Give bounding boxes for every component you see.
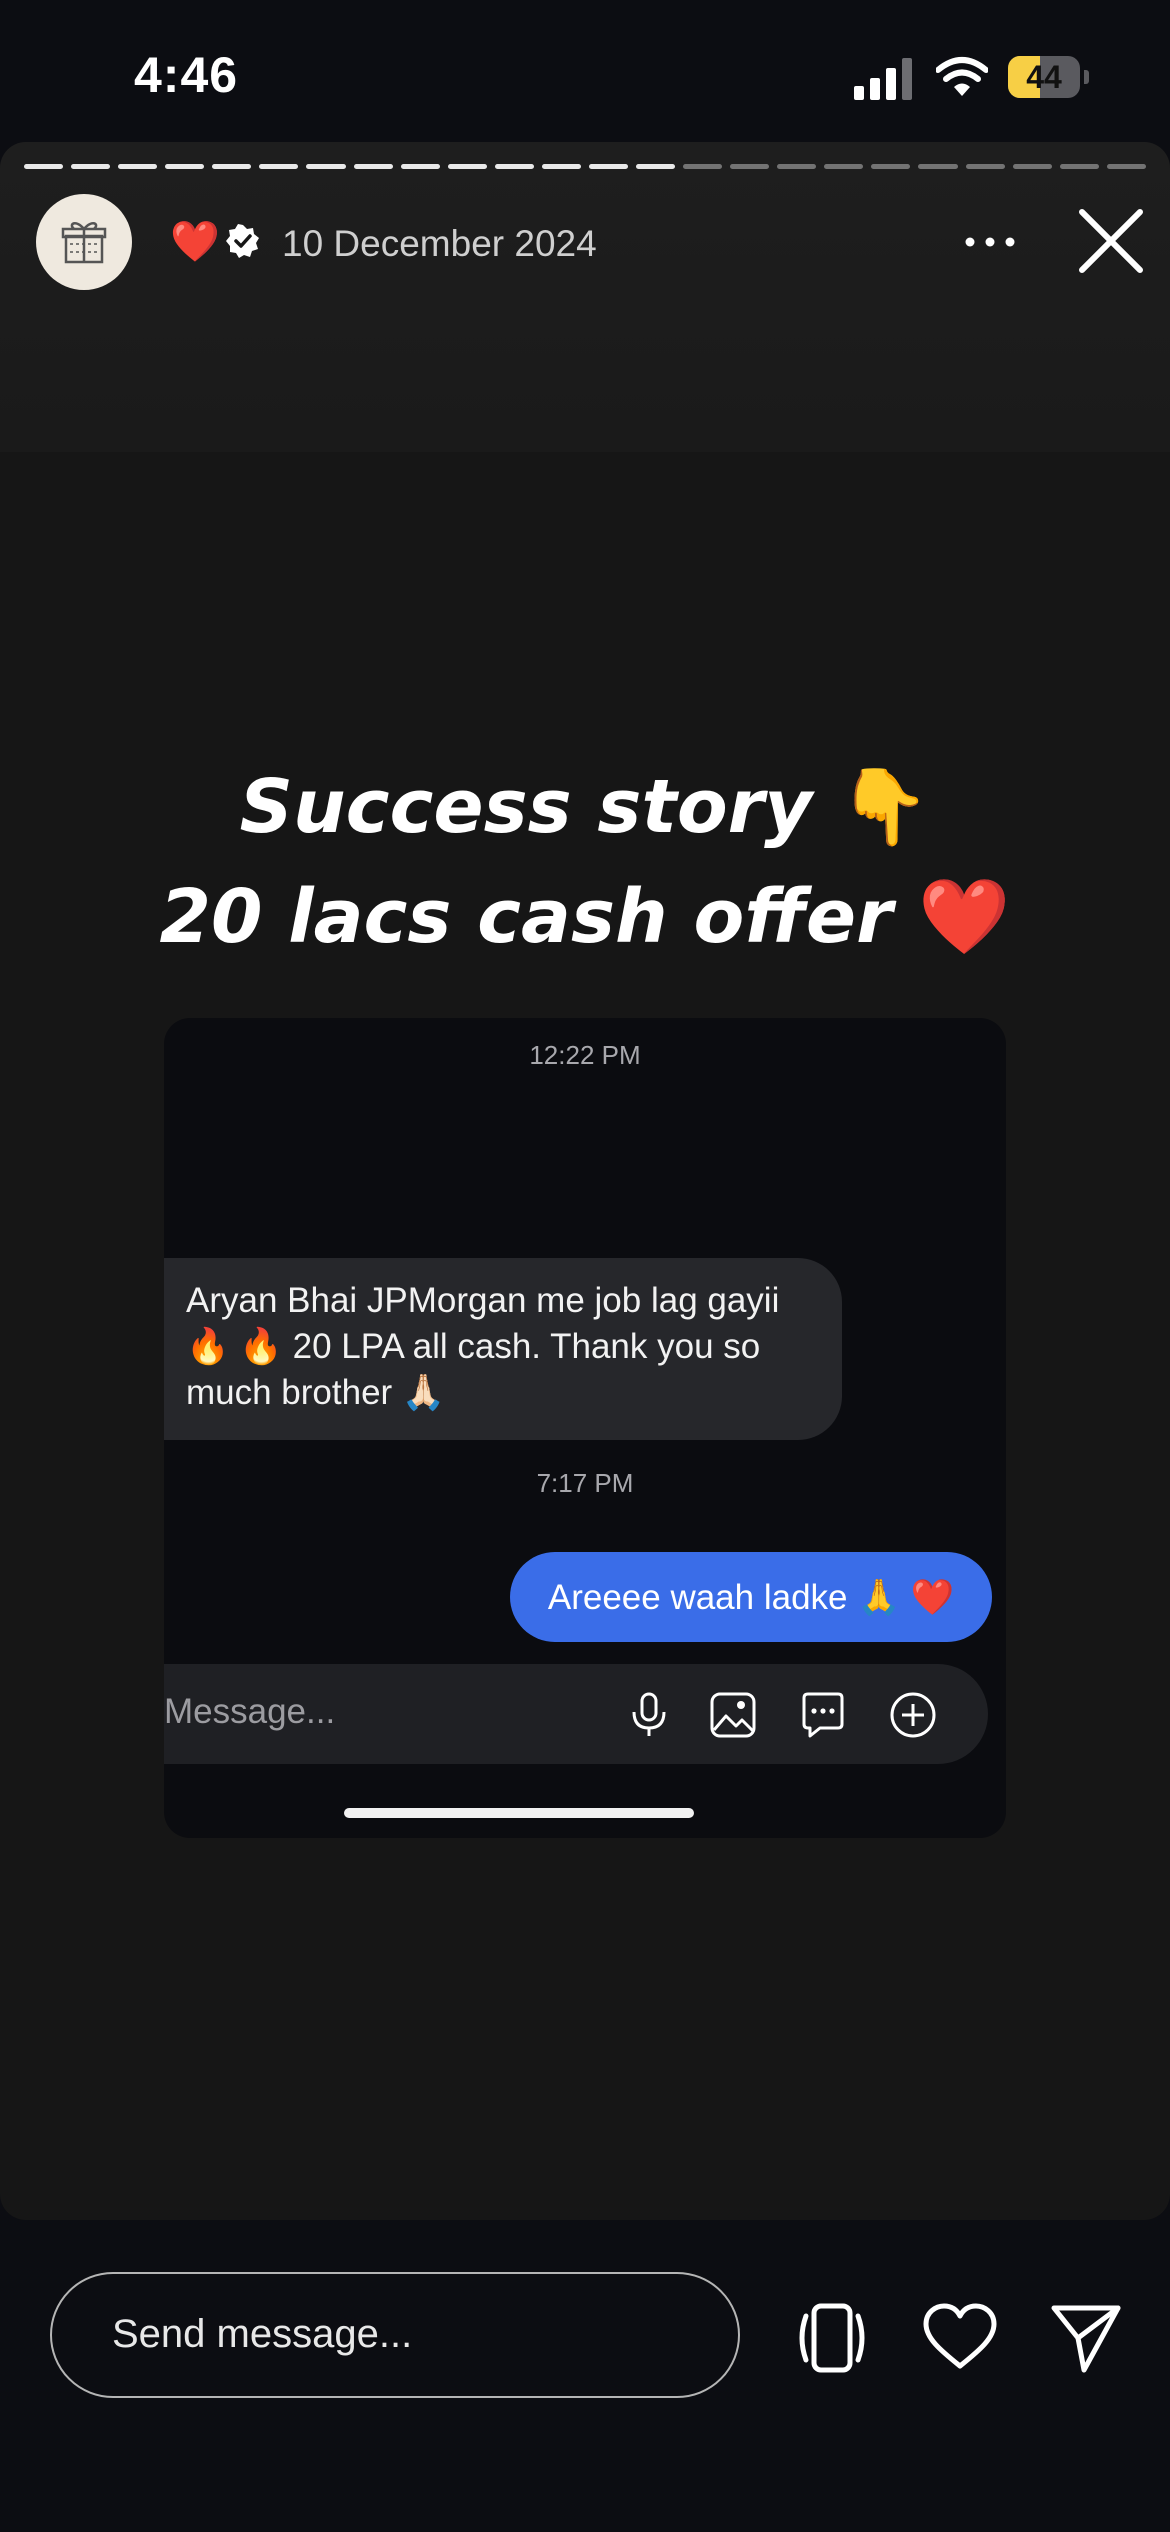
- progress-segment: [588, 164, 629, 169]
- progress-segment: [24, 164, 64, 169]
- progress-segment: [212, 164, 252, 169]
- headline-line-2: 20 lacs cash offer: [159, 874, 893, 960]
- verified-badge-icon: [226, 224, 259, 258]
- chat-input-placeholder: Message...: [164, 1692, 336, 1731]
- progress-segment: [1012, 164, 1052, 169]
- plus-circle-icon: [890, 1692, 936, 1738]
- chat-timestamp-2: 7:17 PM: [536, 1468, 634, 1498]
- pointing-down-emoji: 👇: [838, 764, 931, 850]
- chat-input-bar: Message...: [164, 1664, 988, 1764]
- progress-segment: [353, 164, 393, 169]
- status-time: 4:46: [134, 47, 239, 103]
- progress-segment: [71, 164, 111, 169]
- progress-segment: [259, 164, 299, 169]
- story-date: 10 December 2024: [282, 223, 597, 264]
- progress-segment: [824, 164, 864, 169]
- profile-avatar[interactable]: [36, 194, 132, 290]
- progress-segment: [1059, 164, 1099, 169]
- progress-segment: [918, 164, 958, 169]
- send-message-input[interactable]: Send message...: [50, 2272, 740, 2398]
- progress-segment: [636, 164, 676, 169]
- headline-line-1: Success story: [239, 764, 813, 850]
- progress-segment: [965, 164, 1005, 169]
- incoming-message-bubble: Aryan Bhai JPMorgan me job lag gayii 🔥 🔥…: [164, 1258, 842, 1440]
- rotate-icon[interactable]: [794, 2300, 870, 2376]
- send-message-placeholder: Send message...: [112, 2312, 413, 2356]
- progress-segment: [541, 164, 581, 169]
- outgoing-message-text: Areeee waah ladke 🙏 ❤️: [547, 1577, 955, 1617]
- progress-segment: [447, 164, 487, 169]
- progress-segment: [1106, 164, 1146, 169]
- battery-indicator: 44: [1008, 56, 1089, 98]
- incoming-message-text: Aryan Bhai JPMorgan me job lag gayii 🔥 🔥…: [186, 1281, 780, 1412]
- heart-emoji: ❤️: [170, 220, 220, 264]
- progress-segment: [118, 164, 158, 169]
- chat-icon: [802, 1692, 844, 1738]
- more-options-icon[interactable]: [960, 222, 1020, 262]
- outgoing-message-bubble: Areeee waah ladke 🙏 ❤️: [510, 1552, 992, 1642]
- status-bar: 4:46 44: [0, 0, 1170, 140]
- story-progress-bar: [24, 164, 1146, 170]
- wifi-icon: [936, 57, 988, 96]
- progress-segment: [165, 164, 205, 169]
- gift-icon: [61, 222, 107, 264]
- send-icon[interactable]: [1048, 2300, 1124, 2376]
- chat-screenshot: 12:22 PM Aryan Bhai JPMorgan me job lag …: [164, 1018, 1006, 1838]
- close-icon[interactable]: [1076, 206, 1146, 276]
- heart-emoji-large: ❤️: [918, 874, 1011, 960]
- cellular-signal-icon: [854, 58, 912, 100]
- progress-segment: [494, 164, 534, 169]
- progress-segment: [777, 164, 817, 169]
- progress-segment: [871, 164, 911, 169]
- reply-bar: Send message...: [0, 2220, 1170, 2532]
- progress-segment: [730, 164, 770, 169]
- chat-timestamp-1: 12:22 PM: [529, 1040, 641, 1070]
- heart-outline-icon[interactable]: [922, 2300, 998, 2376]
- battery-level: 44: [1026, 59, 1062, 95]
- home-indicator: [344, 1808, 694, 1818]
- microphone-icon: [632, 1692, 666, 1736]
- progress-segment: [683, 164, 723, 169]
- progress-segment: [306, 164, 346, 169]
- image-icon: [710, 1692, 756, 1738]
- story-viewer[interactable]: ❤️ 10 December 2024 Success story 👇 20 l…: [0, 142, 1170, 2220]
- story-headline: Success story 👇 20 lacs cash offer ❤️: [0, 752, 1170, 972]
- progress-segment: [400, 164, 440, 169]
